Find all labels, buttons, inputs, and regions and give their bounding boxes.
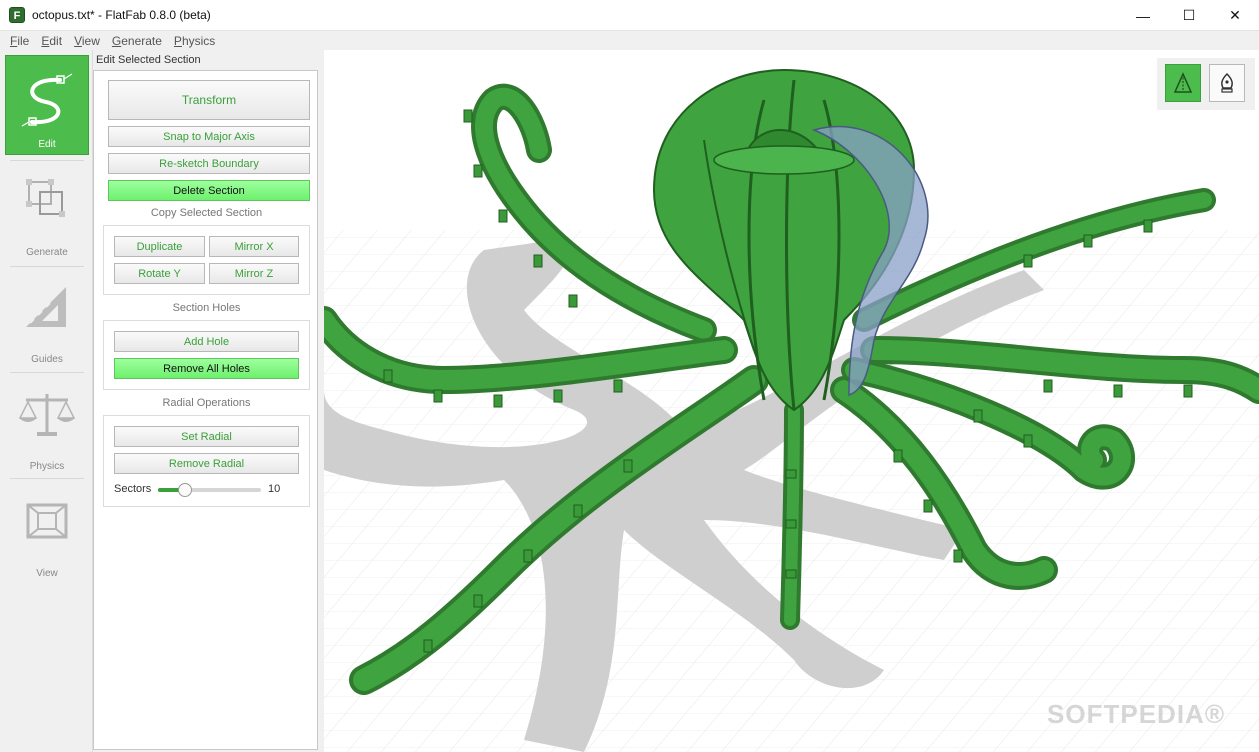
rail-edit-label: Edit [38,139,56,150]
menu-bar: File Edit View Generate Physics [0,31,1259,50]
section-holes-group: Add Hole Remove All Holes [103,320,310,390]
transform-button[interactable]: Transform [108,80,310,120]
rail-physics-button[interactable]: Physics [5,376,89,476]
generate-icon [26,179,65,217]
menu-view[interactable]: View [68,34,106,48]
rail-divider [10,266,84,267]
close-button[interactable]: ✕ [1212,0,1258,31]
copy-section-group: Duplicate Mirror X Rotate Y Mirror Z [103,225,310,295]
remove-radial-button[interactable]: Remove Radial [114,453,299,474]
close-icon: ✕ [1229,7,1241,23]
mirror-z-button[interactable]: Mirror Z [209,263,299,284]
sketch-curve-icon [21,73,73,127]
rail-divider [10,478,84,479]
remove-all-holes-button[interactable]: Remove All Holes [114,358,299,379]
maximize-icon: ☐ [1182,7,1196,23]
radial-operations-label: Radial Operations [162,397,251,409]
sketch-plane-icon [1173,72,1193,93]
rail-guides-label: Guides [31,354,63,365]
rail-generate-label: Generate [26,247,68,258]
tool-rail: Edit Generate Guides Physics View [0,50,93,752]
pen-tool-toggle[interactable] [1209,64,1245,102]
rail-divider [10,372,84,373]
radial-operations-group: Set Radial Remove Radial Sectors 10 [103,415,310,507]
mirror-x-button[interactable]: Mirror X [209,236,299,257]
panel-title: Edit Selected Section [96,54,201,66]
rail-view-button[interactable]: View [5,483,89,583]
sectors-label: Sectors [114,483,152,495]
3d-viewport[interactable]: SOFTPEDIA® [324,50,1259,752]
resketch-boundary-button[interactable]: Re-sketch Boundary [108,153,310,174]
section-holes-label: Section Holes [172,302,241,314]
viewport-toolbar [1157,58,1255,110]
menu-edit[interactable]: Edit [35,34,68,48]
rail-guides-button[interactable]: Guides [5,269,89,369]
menu-file[interactable]: File [4,34,35,48]
title-bar: F octopus.txt* - FlatFab 0.8.0 (beta) — … [0,0,1259,31]
menu-physics[interactable]: Physics [168,34,221,48]
rail-edit-button[interactable]: Edit [5,55,89,155]
set-radial-button[interactable]: Set Radial [114,426,299,447]
balance-scale-icon [18,394,76,436]
sketch-plane-toggle[interactable] [1165,64,1201,102]
add-hole-button[interactable]: Add Hole [114,331,299,352]
set-square-icon [26,287,66,327]
sectors-slider[interactable] [158,488,261,492]
delete-section-button[interactable]: Delete Section [108,180,310,201]
rotate-y-button[interactable]: Rotate Y [114,263,205,284]
sectors-value: 10 [268,483,281,495]
octopus-model-render [324,50,1259,752]
rail-view-label: View [36,568,58,579]
rail-generate-button[interactable]: Generate [5,162,89,262]
pen-nib-icon [1221,72,1233,93]
view-frame-icon [26,503,68,539]
minimize-icon: — [1136,7,1150,24]
rail-divider [10,160,84,161]
sectors-slider-handle[interactable] [178,483,192,497]
copy-section-label: Copy Selected Section [150,207,263,219]
menu-generate[interactable]: Generate [106,34,168,48]
window-title: octopus.txt* - FlatFab 0.8.0 (beta) [32,8,211,22]
softpedia-watermark: SOFTPEDIA® [1047,699,1225,729]
snap-major-axis-button[interactable]: Snap to Major Axis [108,126,310,147]
edit-section-panel: Transform Snap to Major Axis Re-sketch B… [93,70,318,750]
app-icon: F [9,7,25,23]
duplicate-button[interactable]: Duplicate [114,236,205,257]
maximize-button[interactable]: ☐ [1166,0,1212,31]
rail-physics-label: Physics [29,461,65,472]
minimize-button[interactable]: — [1120,0,1166,31]
